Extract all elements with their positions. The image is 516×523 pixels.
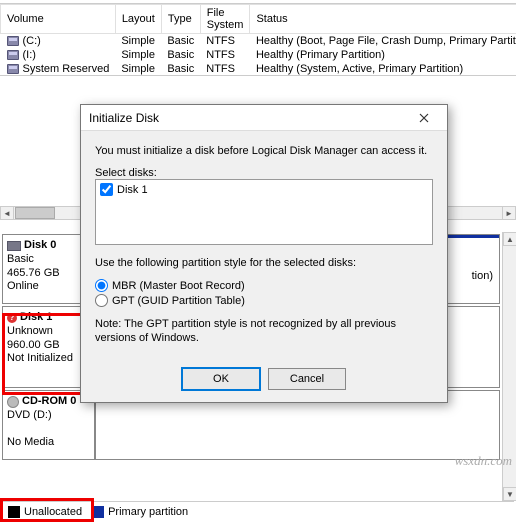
partition-style-label: Use the following partition style for th… bbox=[95, 257, 433, 269]
drive-icon bbox=[7, 64, 19, 74]
cdrom-title: CD-ROM 0 bbox=[22, 395, 76, 409]
table-row[interactable]: (I:) Simple Basic NTFS Healthy (Primary … bbox=[1, 48, 516, 62]
legend-primary: Primary partition bbox=[92, 506, 188, 518]
drive-icon bbox=[7, 36, 19, 46]
cancel-button[interactable]: Cancel bbox=[268, 368, 346, 390]
vol-name: (I:) bbox=[23, 49, 36, 61]
dialog-button-row: OK Cancel bbox=[81, 360, 447, 402]
scroll-thumb[interactable] bbox=[15, 207, 55, 219]
disk0-line1: Basic bbox=[7, 253, 90, 267]
disk1-checkbox[interactable] bbox=[100, 183, 113, 196]
swatch-unallocated-icon bbox=[8, 506, 20, 518]
close-button[interactable] bbox=[409, 108, 439, 128]
watermark-text: wsxdn.com bbox=[455, 453, 512, 469]
radio-gpt-row[interactable]: GPT (GUID Partition Table) bbox=[95, 294, 433, 307]
disk1-line1: Unknown bbox=[7, 325, 90, 339]
disk0-title: Disk 0 bbox=[24, 239, 56, 253]
close-icon bbox=[419, 113, 429, 123]
scroll-left-icon[interactable]: ◄ bbox=[0, 206, 14, 220]
volume-table: Volume Layout Type File System Status C … bbox=[0, 4, 516, 76]
select-disks-label: Select disks: bbox=[95, 167, 433, 179]
table-row[interactable]: (C:) Simple Basic NTFS Healthy (Boot, Pa… bbox=[1, 34, 516, 49]
volume-list[interactable]: Volume Layout Type File System Status C … bbox=[0, 4, 516, 76]
ok-button[interactable]: OK bbox=[182, 368, 260, 390]
swatch-primary-icon bbox=[92, 506, 104, 518]
cdrom-line1: DVD (D:) bbox=[7, 409, 90, 423]
volume-header-row[interactable]: Volume Layout Type File System Status C bbox=[1, 5, 516, 34]
vol-type: Basic bbox=[161, 62, 200, 76]
col-status[interactable]: Status bbox=[250, 5, 516, 34]
legend-unallocated-label: Unallocated bbox=[24, 506, 82, 518]
vol-name: System Reserved bbox=[23, 63, 110, 75]
vol-type: Basic bbox=[161, 34, 200, 49]
select-disks-listbox[interactable]: Disk 1 bbox=[95, 179, 433, 245]
disk0-line2: 465.76 GB bbox=[7, 267, 90, 281]
vol-status: Healthy (System, Active, Primary Partiti… bbox=[250, 62, 516, 76]
cdrom-line2: No Media bbox=[7, 436, 90, 450]
radio-gpt[interactable] bbox=[95, 294, 108, 307]
cdrom-icon bbox=[7, 396, 19, 408]
radio-mbr-label: MBR (Master Boot Record) bbox=[112, 280, 245, 292]
list-item[interactable]: Disk 1 bbox=[98, 182, 430, 197]
vol-layout: Simple bbox=[115, 34, 161, 49]
vol-fs: NTFS bbox=[200, 48, 250, 62]
scroll-up-icon[interactable]: ▲ bbox=[503, 232, 516, 246]
drive-icon bbox=[7, 50, 19, 60]
vol-status: Healthy (Primary Partition) bbox=[250, 48, 516, 62]
col-volume[interactable]: Volume bbox=[1, 5, 116, 34]
table-row[interactable]: System Reserved Simple Basic NTFS Health… bbox=[1, 62, 516, 76]
disk0-line3: Online bbox=[7, 280, 90, 294]
scroll-right-icon[interactable]: ► bbox=[502, 206, 516, 220]
radio-gpt-label: GPT (GUID Partition Table) bbox=[112, 295, 245, 307]
vol-fs: NTFS bbox=[200, 62, 250, 76]
vol-layout: Simple bbox=[115, 62, 161, 76]
col-layout[interactable]: Layout bbox=[115, 5, 161, 34]
dialog-note: Note: The GPT partition style is not rec… bbox=[95, 317, 433, 346]
dialog-titlebar[interactable]: Initialize Disk bbox=[81, 105, 447, 131]
col-type[interactable]: Type bbox=[161, 5, 200, 34]
disk-icon bbox=[7, 241, 21, 251]
scroll-down-icon[interactable]: ▼ bbox=[503, 487, 516, 501]
legend-primary-label: Primary partition bbox=[108, 506, 188, 518]
vol-type: Basic bbox=[161, 48, 200, 62]
disk1-line2: 960.00 GB bbox=[7, 339, 90, 353]
disk1-line3: Not Initialized bbox=[7, 352, 90, 366]
vol-layout: Simple bbox=[115, 48, 161, 62]
disk1-item-label: Disk 1 bbox=[117, 184, 148, 196]
disk1-title: Disk 1 bbox=[20, 311, 52, 325]
legend-bar: Unallocated Primary partition bbox=[2, 501, 514, 521]
dialog-title-text: Initialize Disk bbox=[89, 111, 409, 125]
vol-fs: NTFS bbox=[200, 34, 250, 49]
radio-mbr[interactable] bbox=[95, 279, 108, 292]
unknown-disk-icon: ? bbox=[7, 313, 17, 323]
radio-mbr-row[interactable]: MBR (Master Boot Record) bbox=[95, 279, 433, 292]
dialog-intro: You must initialize a disk before Logica… bbox=[95, 145, 433, 157]
vol-name: (C:) bbox=[23, 35, 41, 47]
legend-unallocated: Unallocated bbox=[8, 506, 82, 518]
initialize-disk-dialog: Initialize Disk You must initialize a di… bbox=[80, 104, 448, 403]
vol-status: Healthy (Boot, Page File, Crash Dump, Pr… bbox=[250, 34, 516, 49]
col-filesystem[interactable]: File System bbox=[200, 5, 250, 34]
